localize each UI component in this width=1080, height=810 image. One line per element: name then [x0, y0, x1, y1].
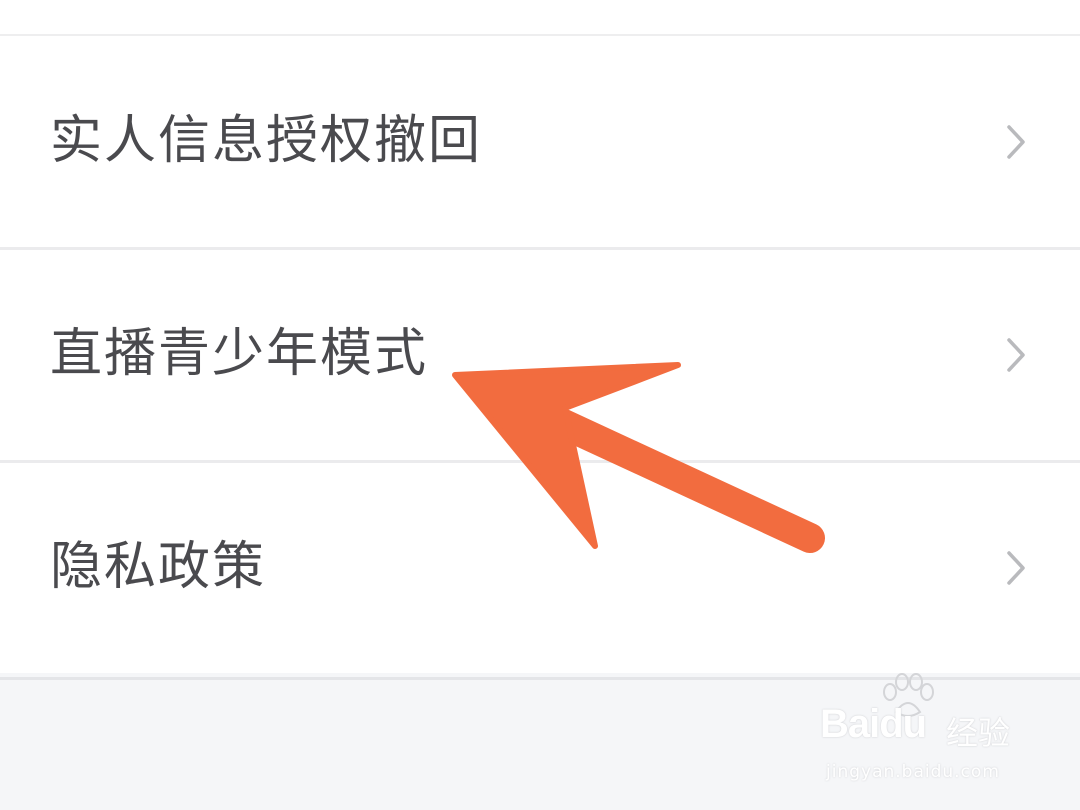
baidu-jingyan-watermark: Baidu 经验 jingyan.baidu.com: [820, 673, 1020, 788]
settings-list: 实人信息授权撤回 直播青少年模式 隐私政策: [0, 34, 1080, 673]
watermark-brand-cn: 经验: [946, 714, 1011, 752]
settings-item-label: 实人信息授权撤回: [50, 110, 483, 171]
settings-item-label: 直播青少年模式: [50, 324, 429, 384]
settings-item-live-youth-mode[interactable]: 直播青少年模式: [0, 247, 1080, 460]
watermark-brand: Baidu: [820, 702, 927, 746]
chevron-right-icon: [996, 122, 1036, 162]
settings-item-real-name-auth-revoke[interactable]: 实人信息授权撤回: [0, 34, 1080, 247]
settings-item-label: 隐私政策: [50, 537, 267, 597]
chevron-right-icon: [996, 335, 1036, 375]
top-card-remnant: [0, 0, 1080, 34]
chevron-right-icon: [996, 548, 1036, 588]
settings-item-privacy-policy[interactable]: 隐私政策: [0, 460, 1080, 673]
watermark-url: jingyan.baidu.com: [826, 762, 1000, 782]
